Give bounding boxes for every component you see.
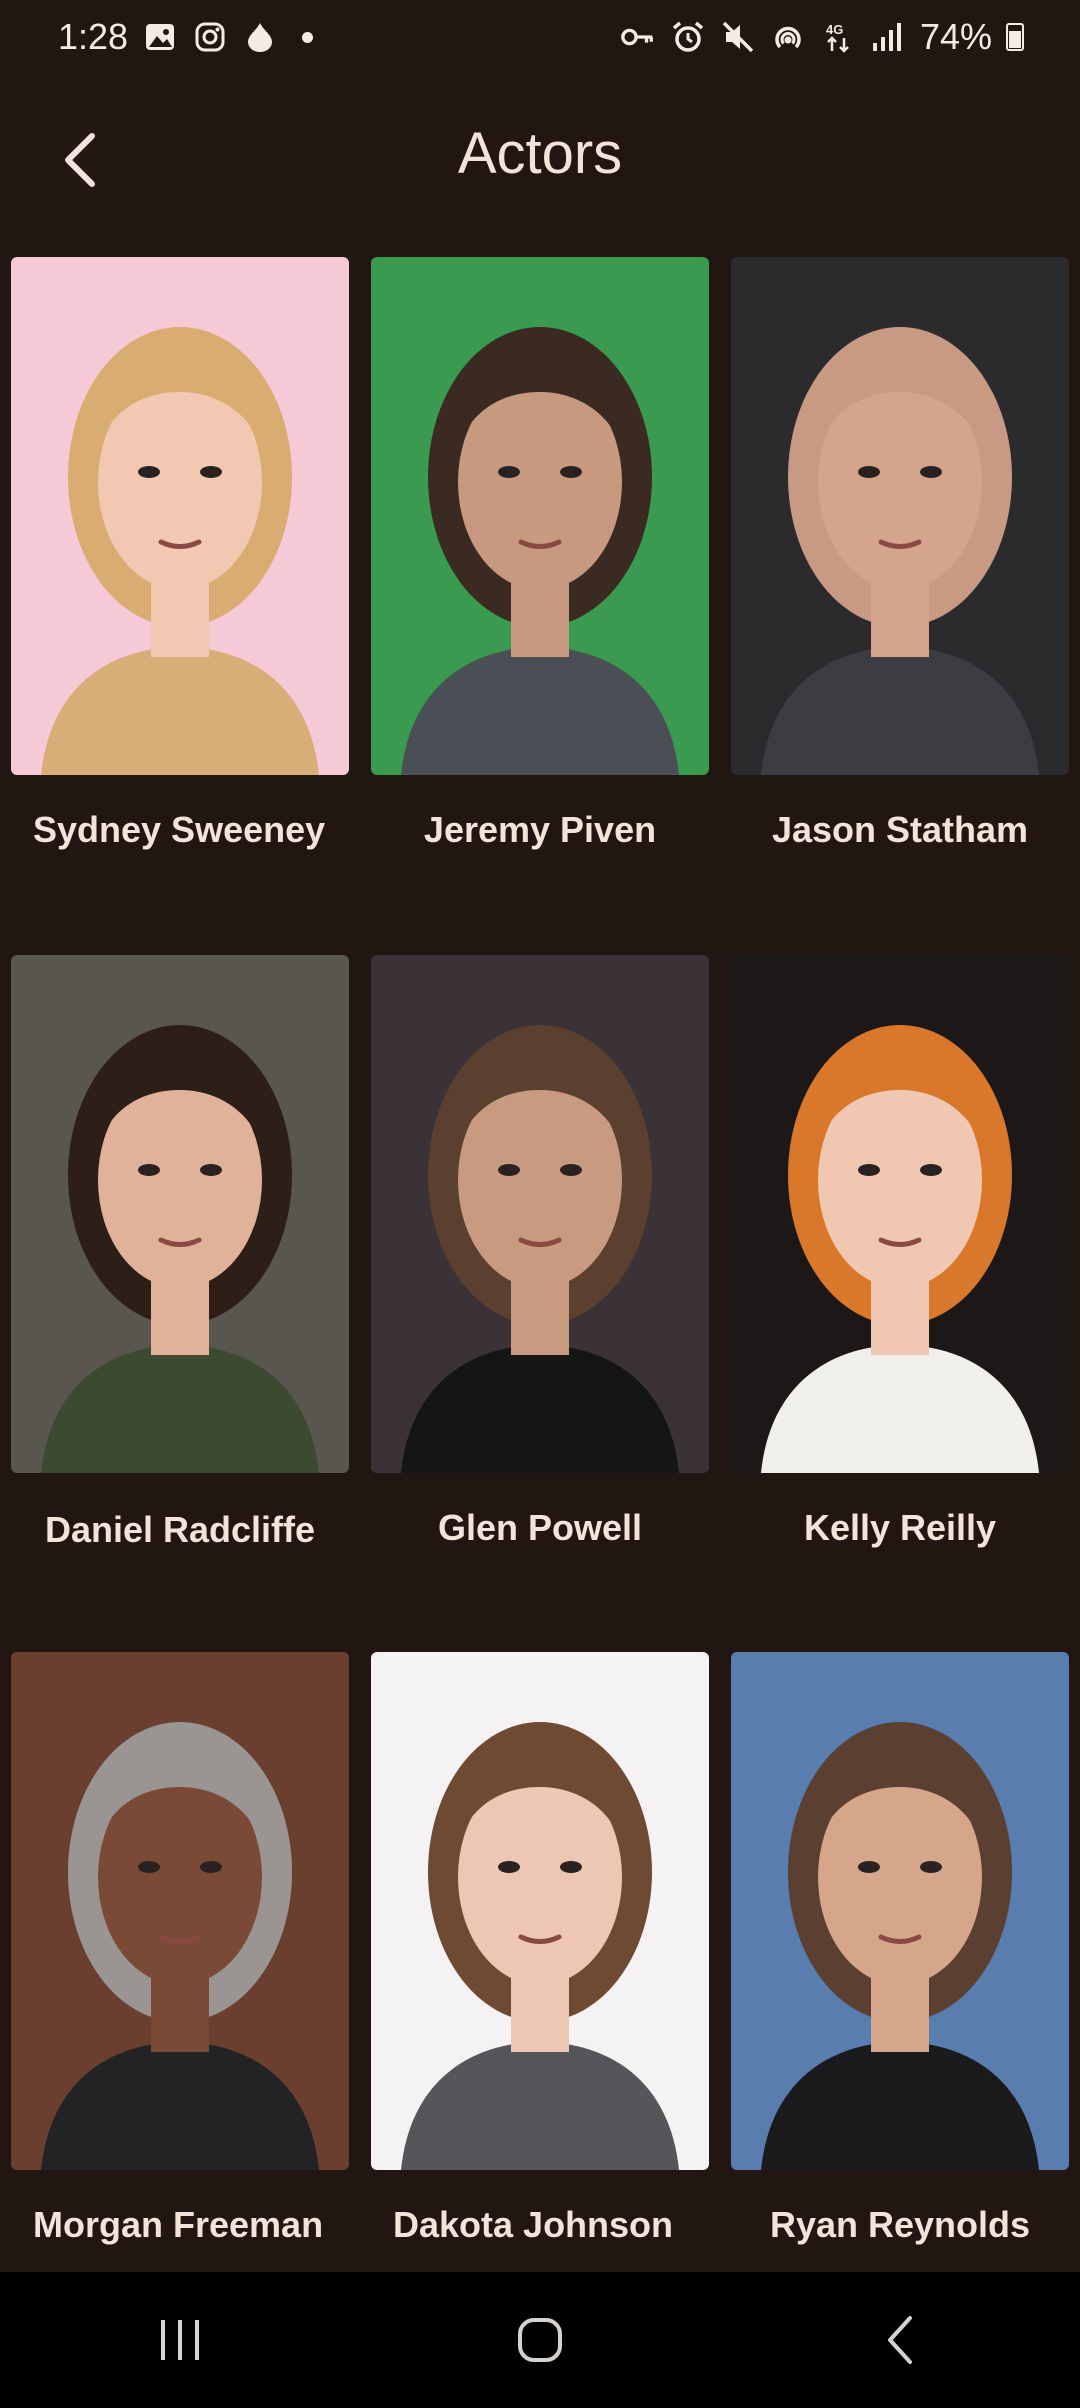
home-icon bbox=[518, 2318, 562, 2362]
actor-name: Jason Statham bbox=[771, 809, 1029, 850]
navigation-bar bbox=[0, 2272, 1080, 2408]
actor-name: Sydney Sweeney bbox=[33, 809, 326, 850]
actor-photo bbox=[11, 257, 349, 775]
actor-name: Jeremy Piven bbox=[423, 809, 657, 850]
actor-card[interactable]: Kelly Reilly bbox=[731, 955, 1069, 1556]
actor-card[interactable]: Daniel Radcliffe bbox=[11, 955, 349, 1558]
actor-photo bbox=[11, 1652, 349, 2170]
recents-icon bbox=[161, 2320, 199, 2360]
actor-card[interactable]: Dakota Johnson bbox=[371, 1652, 709, 2253]
actors-grid: Sydney Sweeney Jeremy Piven Jason Statham D… bbox=[0, 0, 1080, 2272]
actor-name: Ryan Reynolds bbox=[769, 2204, 1031, 2245]
actor-card[interactable]: Sydney Sweeney bbox=[11, 257, 349, 858]
page-title: Actors bbox=[457, 121, 623, 186]
app-bar: Actors bbox=[0, 100, 1080, 220]
actor-photo bbox=[731, 1652, 1069, 2170]
recents-button[interactable] bbox=[130, 2300, 230, 2380]
actor-photo bbox=[731, 257, 1069, 775]
actor-card[interactable]: Jason Statham bbox=[731, 257, 1069, 858]
nav-back-icon bbox=[888, 2316, 912, 2364]
actor-photo bbox=[11, 955, 349, 1473]
actor-name: Morgan Freeman bbox=[33, 2204, 324, 2245]
actor-card[interactable]: Glen Powell bbox=[371, 955, 709, 1556]
home-button[interactable] bbox=[490, 2300, 590, 2380]
actor-photo bbox=[371, 955, 709, 1473]
actor-card[interactable]: Jeremy Piven bbox=[371, 257, 709, 858]
actor-photo bbox=[371, 257, 709, 775]
actor-name: Glen Powell bbox=[437, 1507, 643, 1548]
actor-photo bbox=[731, 955, 1069, 1473]
actor-name: Kelly Reilly bbox=[803, 1507, 997, 1548]
actor-photo bbox=[371, 1652, 709, 2170]
actor-card[interactable]: Morgan Freeman bbox=[11, 1652, 349, 2253]
actor-name: Daniel Radcliffe bbox=[44, 1509, 316, 1550]
nav-back-button[interactable] bbox=[850, 2300, 950, 2380]
actor-name: Dakota Johnson bbox=[393, 2204, 674, 2245]
actor-card[interactable]: Ryan Reynolds bbox=[731, 1652, 1069, 2253]
